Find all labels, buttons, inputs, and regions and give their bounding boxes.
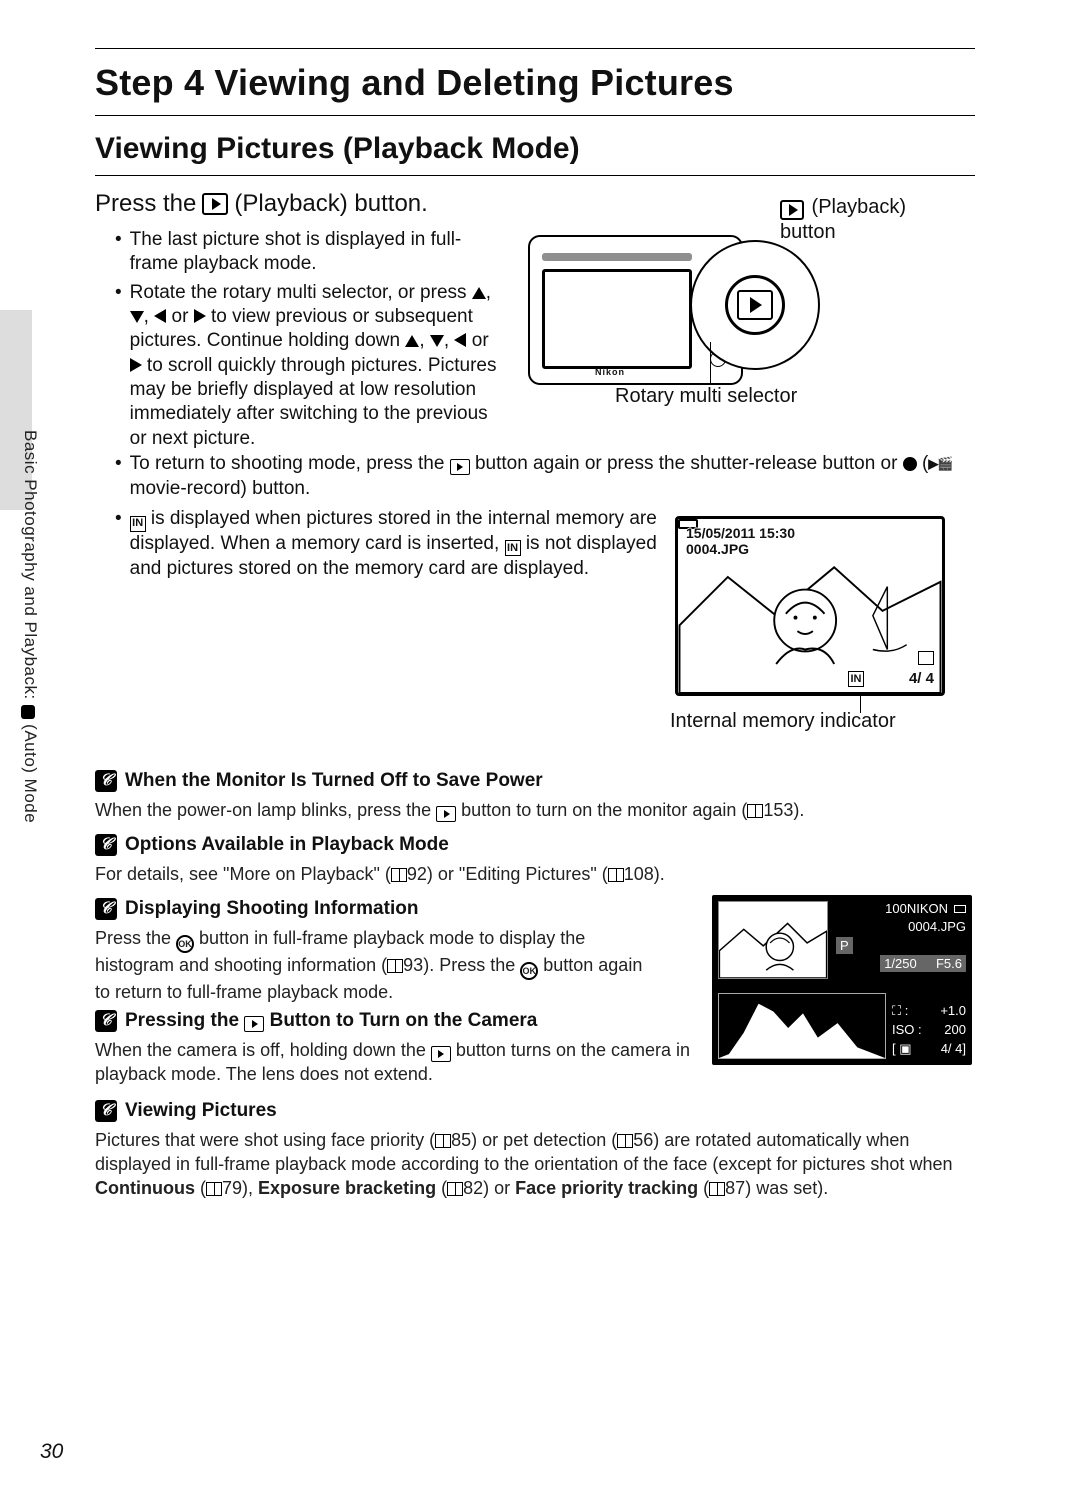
internal-memory-icon: IN	[848, 671, 864, 687]
playback-icon	[737, 290, 773, 320]
histogram-thumbnail	[718, 901, 828, 979]
playback-filename: 0004.JPG	[686, 541, 749, 557]
press-line-a: Press the	[95, 190, 196, 218]
bullet-list-1: •The last picture shot is displayed in f…	[115, 228, 505, 455]
note-title: Options Available in Playback Mode	[125, 832, 449, 858]
internal-memory-icon: IN	[505, 540, 521, 556]
hist-folder: 100NIKON	[885, 901, 966, 916]
histogram-figure: 100NIKON 0004.JPG P 1/250 F5.6 ⛶ :+1.0 I…	[712, 895, 972, 1065]
page-ref-icon	[608, 868, 624, 882]
movie-icon: ▶🎬	[928, 456, 952, 473]
note-icon: 𝒞	[95, 898, 117, 920]
playback-icon	[244, 1016, 264, 1032]
leader-line	[710, 342, 711, 385]
playback-icon	[431, 1046, 451, 1062]
note-options: 𝒞Options Available in Playback Mode For …	[95, 832, 965, 886]
memory-indicator-label: Internal memory indicator	[670, 710, 896, 733]
hist-side-info: ⛶ :+1.0 ISO :200 [ ▣4/ 4]	[892, 1002, 966, 1059]
note-title: Displaying Shooting Information	[125, 896, 418, 922]
note-title: When the Monitor Is Turned Off to Save P…	[125, 768, 543, 794]
camera-brand: Nikon	[595, 367, 625, 377]
arrow-left-icon	[154, 309, 166, 323]
note-monitor: 𝒞 When the Monitor Is Turned Off to Save …	[95, 768, 965, 822]
rule	[95, 48, 975, 49]
arrow-down-icon	[430, 335, 444, 347]
page-ref-icon	[709, 1182, 725, 1196]
playback-icon	[202, 193, 228, 215]
note-title: Pressing the Button to Turn on the Camer…	[125, 1008, 537, 1034]
arrow-right-icon	[194, 309, 206, 323]
histogram-plot	[718, 993, 886, 1059]
thumbnail-icon	[918, 651, 934, 665]
arrow-up-icon	[472, 287, 486, 299]
playback-icon	[450, 459, 470, 475]
ok-icon: OK	[176, 935, 194, 953]
page-ref-icon	[391, 868, 407, 882]
page-ref-icon	[387, 959, 403, 973]
hist-file: 0004.JPG	[908, 919, 966, 934]
side-tab-text: Basic Photography and Playback: (Auto) M…	[20, 430, 40, 823]
press-line-b: (Playback) button.	[234, 190, 427, 218]
step-title: Step 4 Viewing and Deleting Pictures	[95, 62, 734, 104]
rotary-label: Rotary multi selector	[615, 385, 797, 408]
page-ref-icon	[206, 1182, 222, 1196]
playback-icon	[436, 806, 456, 822]
ok-icon: OK	[520, 962, 538, 980]
page-ref-icon	[447, 1182, 463, 1196]
playback-date: 15/05/2011 15:30	[686, 525, 795, 541]
page-number: 30	[40, 1440, 63, 1464]
arrow-right-icon	[130, 358, 142, 372]
bullet-3: To return to shooting mode, press the bu…	[130, 452, 975, 501]
rule	[95, 115, 975, 116]
page-ref-icon	[617, 1134, 633, 1148]
page-ref-icon	[747, 804, 763, 818]
playback-count: 4/ 4	[909, 670, 934, 687]
note-shooting-info: 𝒞Displaying Shooting Information Press t…	[95, 896, 655, 1004]
internal-memory-icon: IN	[130, 516, 146, 532]
playback-icon	[780, 200, 804, 220]
record-icon	[903, 457, 917, 471]
bullet-1: The last picture shot is displayed in fu…	[130, 228, 505, 277]
note-icon: 𝒞	[95, 1100, 117, 1122]
section-title: Viewing Pictures (Playback Mode)	[95, 132, 580, 166]
press-line: Press the (Playback) button.	[95, 190, 428, 218]
rule	[95, 175, 975, 176]
note-title: Viewing Pictures	[125, 1098, 277, 1124]
note-icon: 𝒞	[95, 1010, 117, 1032]
playback-screen-figure: 15/05/2011 15:30 0004.JPG IN 4/ 4	[675, 516, 945, 696]
note-viewing: 𝒞Viewing Pictures Pictures that were sho…	[95, 1098, 975, 1201]
arrow-down-icon	[130, 311, 144, 323]
arrow-up-icon	[405, 335, 419, 347]
bullet-2: Rotate the rotary multi selector, or pre…	[130, 281, 505, 451]
note-turn-on: 𝒞 Pressing the Button to Turn on the Came…	[95, 1008, 705, 1086]
arrow-left-icon	[454, 333, 466, 347]
sd-icon	[954, 905, 966, 913]
note-icon: 𝒞	[95, 770, 117, 792]
hist-mode: P	[836, 937, 853, 954]
hist-exposure: 1/250 F5.6	[880, 955, 966, 972]
page-ref-icon	[435, 1134, 451, 1148]
bullet-4: IN is displayed when pictures stored in …	[130, 507, 665, 581]
playback-label: (Playback) button	[780, 195, 940, 245]
note-icon: 𝒞	[95, 834, 117, 856]
